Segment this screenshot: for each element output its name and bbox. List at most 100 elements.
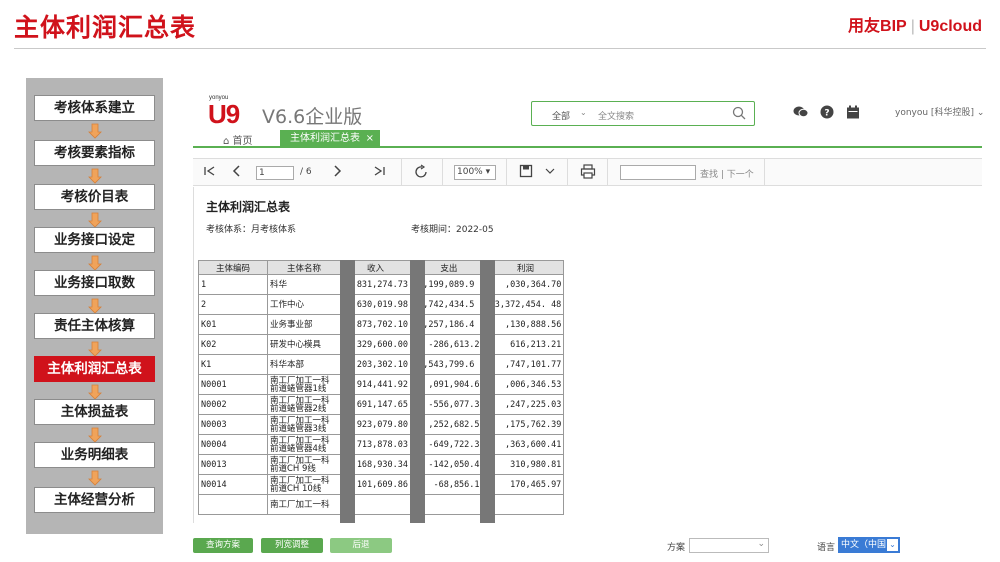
zoom-value: 100% <box>457 167 483 177</box>
down-arrow-icon <box>88 427 102 443</box>
search-icon[interactable] <box>732 106 746 123</box>
cell-code: K01 <box>198 314 268 335</box>
cell-profit: ,247,225.03 <box>486 394 565 415</box>
chevron-down-icon[interactable]: ⌄ <box>977 108 985 118</box>
column-width-button[interactable]: 列宽调整 <box>261 538 323 553</box>
cell-name: 南工厂加工一科 前道蜷管器3线 <box>267 414 341 435</box>
search-scope[interactable]: 全部 <box>552 109 570 122</box>
chat-icon[interactable] <box>793 104 809 123</box>
cell-code: N0014 <box>198 474 268 495</box>
page-total: / 6 <box>300 167 312 177</box>
home-icon: ⌂ <box>223 136 230 147</box>
cell-code <box>198 494 268 515</box>
table-row[interactable]: K1 科华本部 ,203,302.10 21,543,799.6 7,747,101.… <box>198 354 565 375</box>
down-arrow-icon <box>88 341 102 357</box>
chevron-down-icon: ⌄ <box>887 539 898 551</box>
cell-name: 科华 <box>267 274 341 295</box>
report-system: 考核体系：月考核体系 <box>206 225 297 235</box>
refresh-icon[interactable] <box>413 164 429 183</box>
user-menu[interactable]: yonyou [科华控股] ⌄ <box>895 105 984 118</box>
cell-name: 南工厂加工一科 前道蜷管器4线 <box>267 434 341 455</box>
step-income-statement[interactable]: 主体损益表 <box>34 399 155 425</box>
down-arrow-icon <box>88 255 102 271</box>
step-assessment-system[interactable]: 考核体系建立 <box>34 95 155 121</box>
print-icon[interactable] <box>580 164 596 182</box>
tab-bar: ⌂ 首页 主体利润汇总表 × <box>193 130 982 148</box>
toolbar-divider <box>764 159 765 186</box>
step-profit-summary[interactable]: 主体利润汇总表 <box>34 356 155 382</box>
chevron-down-icon[interactable] <box>545 166 555 179</box>
title-divider <box>14 48 986 49</box>
toolbar-divider <box>607 159 608 186</box>
chevron-down-icon: ⌄ <box>757 539 765 549</box>
cell-name: 研发中心模具 <box>267 334 341 355</box>
language-value: 中文（中国 <box>841 540 887 550</box>
step-business-detail[interactable]: 业务明细表 <box>34 442 155 468</box>
table-row[interactable]: 2 工作中心),630,019.98 2,742,434.5 0 23,372,454… <box>198 294 565 315</box>
table-row[interactable]: N0002 南工厂加工一科 前道蜷管器2线 691,147.65 -556,077.3… <box>198 394 565 415</box>
calendar-icon[interactable] <box>846 104 860 123</box>
cell-code: K1 <box>198 354 268 375</box>
page-number-input[interactable]: 1 <box>256 166 294 180</box>
global-search[interactable]: 全部 ⌄ 全文搜索 <box>531 101 755 126</box>
step-operation-analysis[interactable]: 主体经营分析 <box>34 487 155 513</box>
table-row[interactable]: K01 业务事业部 ,873,702.10 21,257,186.4 6,130,88… <box>198 314 565 335</box>
step-assessment-elements[interactable]: 考核要素指标 <box>34 140 155 166</box>
brand-separator: | <box>910 18 915 35</box>
user-name[interactable]: yonyou [科华控股] <box>895 108 974 118</box>
plan-select[interactable]: ⌄ <box>689 538 769 553</box>
toolbar-divider <box>401 159 402 186</box>
zoom-select[interactable]: 100% ▾ <box>454 165 496 180</box>
cell-name: 南工厂加工一科 前道CH 10线 <box>267 474 341 495</box>
last-page-icon[interactable] <box>372 164 386 181</box>
cell-profit: 616,213.21 <box>486 334 565 355</box>
table-header-row: 主体编码 主体名称 收入 支出 利润 <box>198 260 565 275</box>
down-arrow-icon <box>88 168 102 184</box>
query-plan-button[interactable]: 查询方案 <box>193 538 253 553</box>
find-input[interactable] <box>620 165 696 180</box>
table-row[interactable]: K02 研发中心模具 329,600.00 -286,613.21 616,213.21 <box>198 334 565 355</box>
bottom-bar: 查询方案 列宽调整 后退 方案 ⌄ 语言 中文（中国 ⌄ <box>193 534 982 558</box>
close-icon[interactable]: × <box>366 130 374 148</box>
save-icon[interactable] <box>519 164 533 181</box>
cell-profit: 310,980.81 <box>486 454 565 475</box>
table-row[interactable]: N0001 南工厂加工一科 前道蜷管器1线 914,441.92,091,904.6… <box>198 374 565 395</box>
cell-code: 1 <box>198 274 268 295</box>
language-select[interactable]: 中文（中国 ⌄ <box>838 537 900 553</box>
down-arrow-icon <box>88 470 102 486</box>
brand-logo: 用友BIP | U9cloud <box>848 12 982 36</box>
prev-page-icon[interactable] <box>230 164 244 181</box>
back-button[interactable]: 后退 <box>330 538 392 553</box>
step-interface-fetch[interactable]: 业务接口取数 <box>34 270 155 296</box>
report-toolbar: 1 / 6 100% ▾ 查找 | 下一个 <box>193 158 982 186</box>
table-row[interactable]: N0004 南工厂加工一科 前道蜷管器4线 713,878.03 -649,722.3… <box>198 434 565 455</box>
column-shade <box>340 260 355 523</box>
first-page-icon[interactable] <box>203 164 217 181</box>
slide-title: 主体利润汇总表 <box>14 13 197 42</box>
step-price-list[interactable]: 考核价目表 <box>34 184 155 210</box>
tab-home-label: 首页 <box>232 136 253 147</box>
table-row[interactable]: 1 科华),831,274.73 6,199,089.9 8,030,364.70 <box>198 274 565 295</box>
tab-home[interactable]: ⌂ 首页 <box>223 132 253 147</box>
tab-profit-summary[interactable]: 主体利润汇总表 × <box>280 130 380 148</box>
table-row[interactable]: N0014 南工厂加工一科 前道CH 10线 101,609.86 -68,856.1… <box>198 474 565 495</box>
cell-profit: ,006,346.53 <box>486 374 565 395</box>
table-row[interactable]: 南工厂加工一科 <box>198 494 565 515</box>
cell-profit: ,747,101.77 <box>486 354 565 375</box>
toolbar-divider <box>567 159 568 186</box>
step-interface-setup[interactable]: 业务接口设定 <box>34 227 155 253</box>
chevron-down-icon[interactable]: ⌄ <box>580 108 587 117</box>
search-input[interactable]: 全文搜索 <box>598 109 634 122</box>
table-row[interactable]: N0003 南工厂加工一科 前道蜷管器3线 923,079.80,252,682.5… <box>198 414 565 435</box>
col-header-code: 主体编码 <box>198 260 268 275</box>
profit-summary-table: 主体编码 主体名称 收入 支出 利润 1 科华),831,274.73 6,199,… <box>198 260 565 515</box>
find-next-links[interactable]: 查找 | 下一个 <box>700 167 754 180</box>
down-arrow-icon <box>88 298 102 314</box>
table-row[interactable]: N0013 南工厂加工一科 前道CH 9线 168,930.34 -142,050.4… <box>198 454 565 475</box>
column-shade <box>480 260 495 523</box>
next-page-icon[interactable] <box>330 164 344 181</box>
step-responsibility-accounting[interactable]: 责任主体核算 <box>34 313 155 339</box>
column-shade <box>410 260 425 523</box>
help-icon[interactable]: ? <box>820 104 834 123</box>
cell-profit: 23,372,454. 48 <box>486 294 565 315</box>
